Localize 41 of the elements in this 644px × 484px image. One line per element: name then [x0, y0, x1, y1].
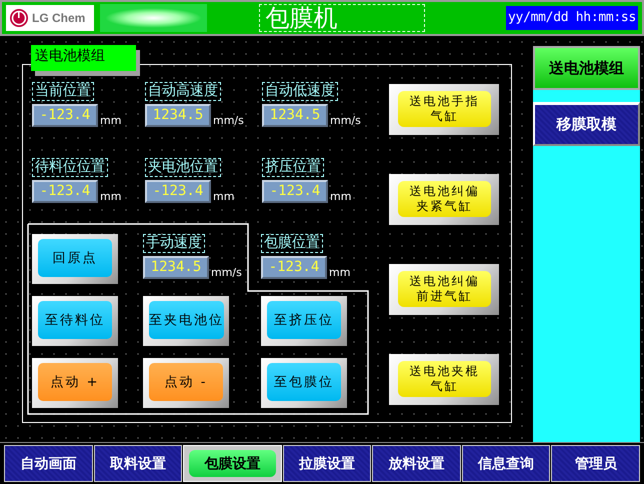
nav-tab[interactable]: 取料设置	[94, 445, 182, 482]
side-menu-button[interactable]: 移膜取模	[533, 102, 640, 146]
field-label: 挤压位置	[262, 158, 324, 177]
field-label: 手动速度	[143, 234, 205, 253]
unit-label: mm	[100, 114, 122, 127]
date-time: yy/mm/dd hh:mm:ss	[506, 6, 638, 30]
cylinder-button[interactable]: 送电池夹棍 气缸	[389, 354, 499, 405]
nav-tab[interactable]: 放料设置	[372, 445, 461, 482]
unit-label: mm	[330, 190, 352, 203]
field-label: 自动低速度	[262, 82, 338, 101]
group-title: 送电池模组	[31, 45, 136, 71]
screen-title: 包膜机	[258, 4, 425, 32]
field-label: 当前位置	[32, 82, 94, 101]
cylinder-button[interactable]: 送电池纠偏 夹紧气缸	[389, 174, 499, 225]
move-button[interactable]: 至挤压位	[261, 296, 347, 346]
jog-button[interactable]: 点动 +	[32, 358, 118, 408]
home-button[interactable]: 回原点	[32, 234, 118, 284]
field-label: 夹电池位置	[145, 158, 221, 177]
logo-text: LG Chem	[32, 11, 86, 25]
unit-label: mm/s	[330, 114, 361, 127]
nav-tab[interactable]: 拉膜设置	[282, 445, 372, 482]
field-label: 自动高速度	[145, 82, 221, 101]
unit-label: mm	[100, 190, 122, 203]
move-button[interactable]: 至夹电池位	[143, 296, 229, 346]
cylinder-button[interactable]: 送电池纠偏 前进气缸	[389, 264, 499, 315]
unit-label: mm/s	[211, 266, 242, 279]
field-label: 包膜位置	[261, 234, 323, 253]
logo-icon	[9, 8, 29, 28]
jog-button[interactable]: 点动 -	[143, 358, 229, 408]
side-menu-button[interactable]: 送电池模组	[533, 46, 640, 90]
move-button[interactable]: 至待料位	[32, 296, 118, 346]
nav-tab[interactable]: 自动画面	[4, 445, 93, 482]
nav-tab[interactable]: 管理员	[551, 445, 640, 482]
unit-label: mm	[213, 190, 234, 203]
move-button[interactable]: 至包膜位	[261, 358, 347, 408]
unit-label: mm/s	[213, 114, 244, 127]
nav-tab[interactable]: 包膜设置	[183, 445, 282, 482]
nav-tab[interactable]: 信息查询	[462, 445, 550, 482]
unit-label: mm	[329, 266, 350, 279]
cylinder-button[interactable]: 送电池手指 气缸	[389, 84, 499, 135]
field-label: 待料位位置	[32, 158, 108, 177]
